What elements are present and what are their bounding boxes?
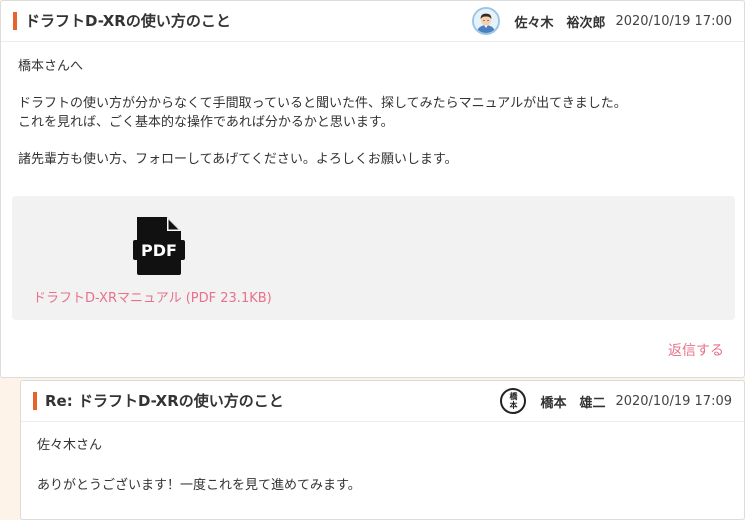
post-body-line: 諸先輩方も使い方、フォローしてあげてください。よろしくお願いします。 [18, 152, 458, 167]
post-body-line: ドラフトの使い方が分からなくて手間取っていると聞いた件、探してみたらマニュアルが… [18, 96, 627, 111]
seal-char: 本 [509, 401, 518, 410]
reply-button[interactable]: 返信する [668, 340, 724, 360]
user-avatar-icon[interactable] [472, 7, 501, 35]
reply-title: Re: ドラフトD-XRの使い方のこと [45, 392, 284, 410]
post-body: 橋本さんへ ドラフトの使い方が分からなくて手間取っていると聞いた件、探してみたら… [18, 57, 728, 169]
reply-meta: 橋 本 橋本 雄二 2020/10/19 17:09 [500, 385, 732, 417]
attachment-link[interactable]: ドラフトD-XRマニュアル (PDF 23.1KB) [33, 287, 272, 306]
name-seal-icon[interactable]: 橋 本 [500, 388, 527, 414]
attachment-panel: PDF ドラフトD-XRマニュアル (PDF 23.1KB) [12, 196, 735, 320]
title-accent-bar [33, 392, 37, 410]
post-meta: 佐々木 裕次郎 2020/10/19 17:00 [472, 5, 732, 37]
post-date: 2020/10/19 17:00 [615, 13, 732, 29]
reply-body-line: ありがとうございます！一度これを見て進めてみます。 [37, 478, 361, 493]
post-body-line: これを見れば、ごく基本的な操作であれば分かるかと思います。 [18, 115, 394, 130]
reply-greeting: 佐々木さん [37, 438, 103, 453]
reply-header: Re: ドラフトD-XRの使い方のこと 橋 本 橋本 雄二 2020/10/19… [21, 381, 744, 422]
seal-char: 橋 [509, 392, 518, 401]
post-title: ドラフトD-XRの使い方のこと [25, 12, 231, 30]
reply-body: 佐々木さん ありがとうございます！一度これを見て進めてみます。 [37, 436, 728, 495]
post-greeting: 橋本さんへ [18, 59, 84, 74]
reply-date: 2020/10/19 17:09 [615, 393, 732, 409]
post-author: 佐々木 裕次郎 [514, 15, 606, 31]
post-card: ドラフトD-XRの使い方のこと 佐々木 裕次郎 2020/10/19 17:00… [0, 0, 745, 378]
reply-author: 橋本 雄二 [540, 395, 606, 411]
pdf-file-icon[interactable]: PDF [133, 216, 185, 276]
post-header: ドラフトD-XRの使い方のこと 佐々木 裕次郎 2020/10/19 17:00 [1, 1, 744, 42]
title-accent-bar [13, 12, 17, 30]
pdf-icon-label: PDF [141, 241, 177, 260]
reply-card: Re: ドラフトD-XRの使い方のこと 橋 本 橋本 雄二 2020/10/19… [20, 380, 745, 520]
